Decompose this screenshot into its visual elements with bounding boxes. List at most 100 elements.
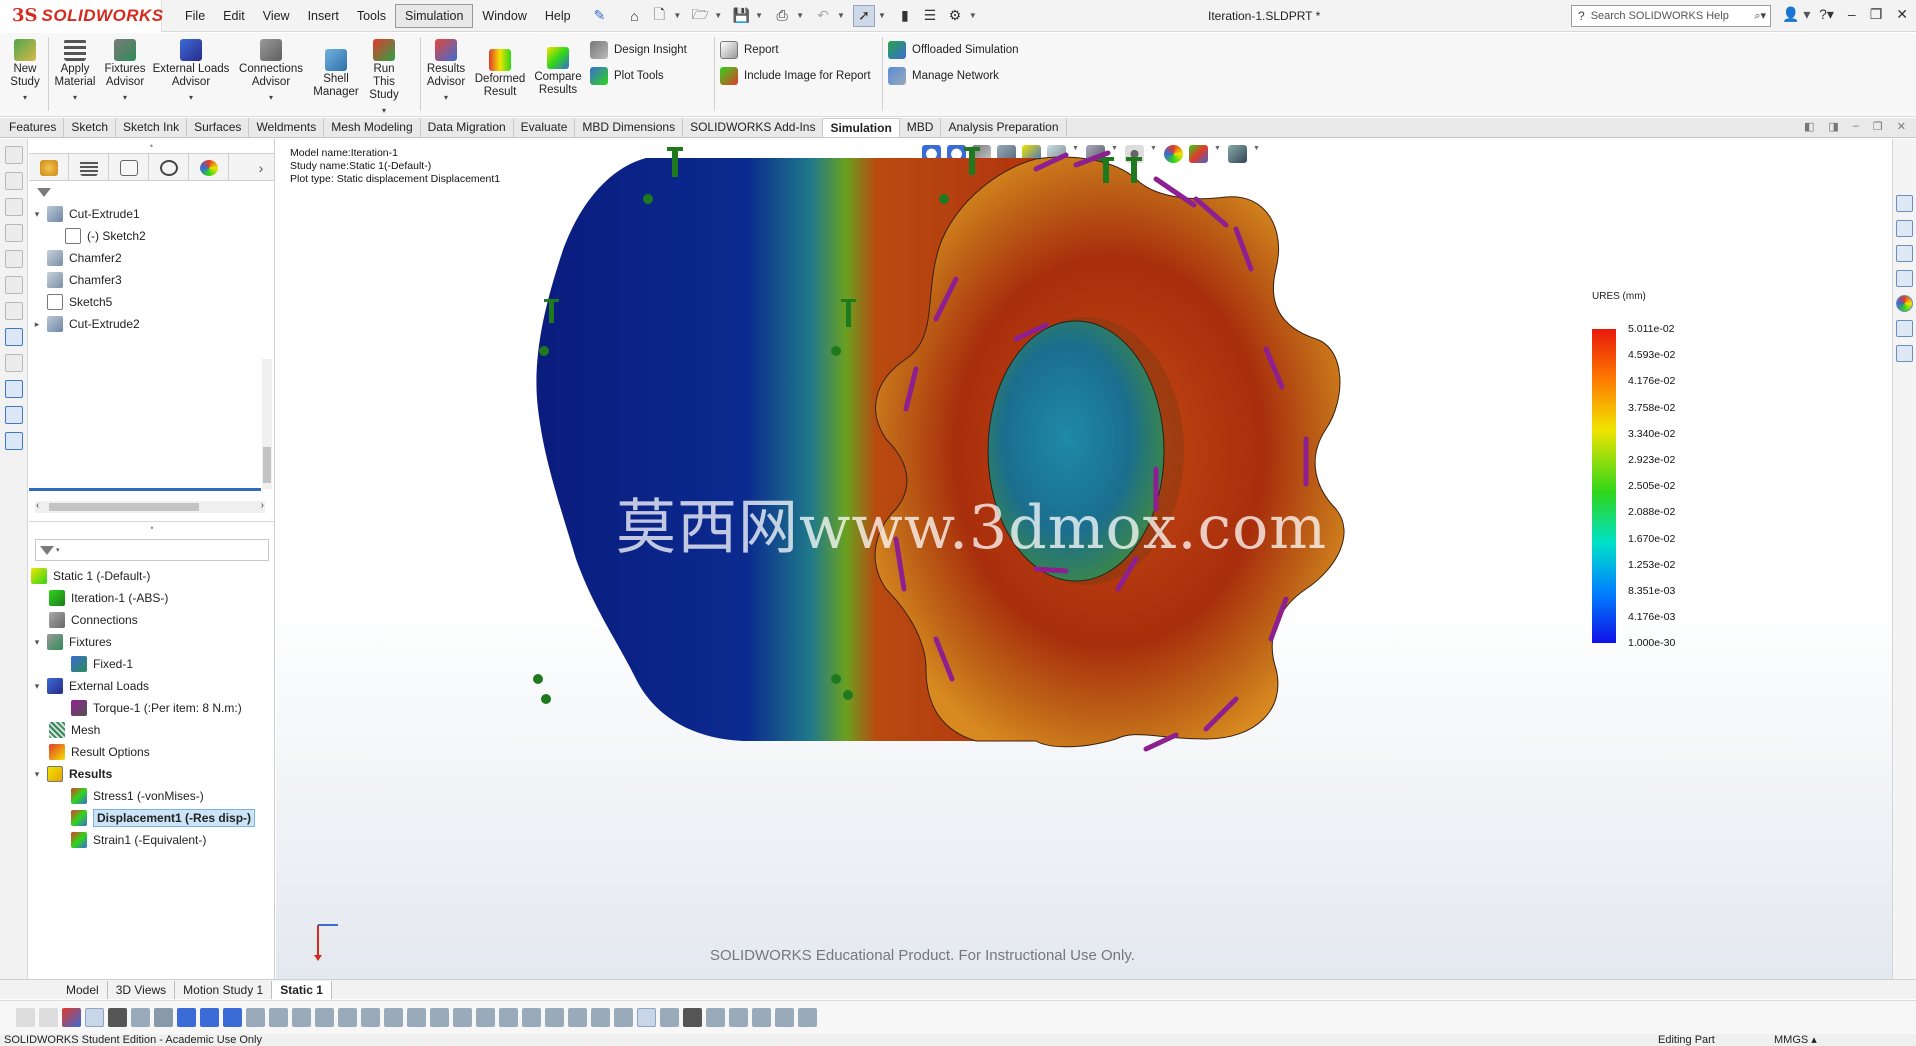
tab-analysis-preparation[interactable]: Analysis Preparation	[941, 118, 1067, 137]
minimize-icon[interactable]: –	[1848, 6, 1856, 23]
sim-node-stress1[interactable]: Stress1 (-vonMises-)	[29, 785, 275, 807]
filter-toolbar-icon[interactable]	[16, 1008, 35, 1027]
strip-tool-icon[interactable]	[4, 276, 23, 294]
filter-dropdown-icon[interactable]: ▾	[56, 546, 60, 554]
chevron-down-icon[interactable]: ▾	[31, 209, 43, 220]
plot-tools-button[interactable]: Plot Tools ▼	[590, 67, 732, 85]
tab-sketch-ink[interactable]: Sketch Ink	[116, 118, 188, 137]
strip-tool-icon[interactable]	[4, 406, 23, 424]
unit-system-selector[interactable]: MMGS ▴	[1774, 1034, 1817, 1046]
compare-results-button[interactable]: Compare Results	[532, 47, 584, 97]
strip-tool-icon[interactable]	[4, 250, 23, 268]
scale-entities-icon[interactable]	[775, 1008, 794, 1027]
tab-model[interactable]: Model	[58, 980, 108, 999]
menu-view[interactable]: View	[254, 5, 299, 27]
tree-node-sketch5[interactable]: Sketch5	[29, 291, 274, 313]
point-icon[interactable]	[131, 1008, 150, 1027]
design-insight-button[interactable]: Design Insight	[590, 41, 687, 59]
sketch-polygon-icon[interactable]	[407, 1008, 426, 1027]
run-this-study-button[interactable]: Run This Study ▾	[364, 39, 404, 117]
property-manager-tab[interactable]	[69, 154, 109, 181]
manage-network-button[interactable]: Manage Network	[888, 67, 999, 85]
rollback-bar[interactable]	[29, 488, 261, 491]
sim-node-results[interactable]: ▾ Results	[29, 763, 275, 785]
tab-3d-views[interactable]: 3D Views	[108, 980, 176, 999]
move-entities-icon[interactable]	[706, 1008, 725, 1027]
axis-icon[interactable]	[154, 1008, 173, 1027]
viewport-minimize-icon[interactable]: –	[1853, 120, 1859, 133]
sim-node-part[interactable]: Iteration-1 (-ABS-)	[29, 587, 275, 609]
view-palette-icon[interactable]	[1896, 270, 1913, 287]
display-manager-tab[interactable]	[189, 154, 229, 181]
panel-grip[interactable]: •	[29, 523, 275, 533]
new-dropdown-icon[interactable]: ▼	[673, 11, 681, 20]
pin-menu-icon[interactable]: ✎	[594, 7, 606, 24]
solidworks-resources-icon[interactable]	[1896, 195, 1913, 212]
sim-node-external-loads[interactable]: ▾ External Loads	[29, 675, 275, 697]
graphics-area[interactable]: Model name:Iteration-1 Study name:Static…	[276, 139, 1892, 979]
smart-dimension-icon[interactable]	[269, 1008, 288, 1027]
open-dropdown-icon[interactable]: ▼	[714, 11, 722, 20]
menu-simulation[interactable]: Simulation	[395, 3, 474, 28]
sim-node-static1[interactable]: Static 1 (-Default-)	[29, 565, 275, 587]
repair-sketch-icon[interactable]	[683, 1008, 702, 1027]
save-icon[interactable]: 💾	[730, 5, 752, 27]
add-relation-icon[interactable]	[660, 1008, 679, 1027]
include-image-for-report-button[interactable]: Include Image for Report	[720, 67, 871, 85]
save-dropdown-icon[interactable]: ▼	[755, 11, 763, 20]
offset-entities-icon[interactable]	[568, 1008, 587, 1027]
solidworks-forum-icon[interactable]	[1896, 345, 1913, 362]
home-icon[interactable]: ⌂	[623, 5, 645, 27]
options-gear-icon[interactable]: ⚙	[944, 5, 966, 27]
strip-tool-icon[interactable]	[4, 224, 23, 242]
undo-dropdown-icon[interactable]: ▼	[837, 11, 845, 20]
close-icon[interactable]: ✕	[1896, 6, 1908, 23]
chevron-down-icon[interactable]: ▾	[31, 637, 43, 648]
trim-entities-icon[interactable]	[522, 1008, 541, 1027]
panel-grip[interactable]: •	[29, 139, 274, 153]
traffic-light-icon[interactable]: ▮	[894, 5, 916, 27]
sketch-circle-icon[interactable]	[361, 1008, 380, 1027]
search-input[interactable]: ? Search SOLIDWORKS Help ⌕▾	[1571, 5, 1771, 27]
tile-right-icon[interactable]: ◨	[1828, 120, 1838, 133]
viewport-close-icon[interactable]: ✕	[1897, 120, 1906, 133]
search-icon[interactable]: ⌕▾	[1754, 9, 1766, 23]
tree-node-cut-extrude2[interactable]: ▸ Cut-Extrude2	[29, 313, 274, 335]
external-loads-advisor-button[interactable]: External Loads Advisor ▾	[152, 39, 230, 104]
tree-horizontal-scrollbar[interactable]: ‹ ›	[35, 500, 265, 513]
offloaded-simulation-button[interactable]: Offloaded Simulation	[888, 41, 1019, 59]
sim-node-result-options[interactable]: Result Options	[29, 741, 275, 763]
select-dropdown-icon[interactable]: ▼	[878, 11, 886, 20]
linear-pattern-icon[interactable]	[614, 1008, 633, 1027]
sketch-text-icon[interactable]	[499, 1008, 518, 1027]
tile-left-icon[interactable]: ◧	[1804, 120, 1814, 133]
print-dropdown-icon[interactable]: ▼	[796, 11, 804, 20]
tree-node-chamfer3[interactable]: Chamfer3	[29, 269, 274, 291]
tab-mesh-modeling[interactable]: Mesh Modeling	[324, 118, 421, 137]
strip-tool-icon[interactable]	[4, 172, 23, 190]
sim-node-fixtures[interactable]: ▾ Fixtures	[29, 631, 275, 653]
menu-window[interactable]: Window	[473, 5, 535, 27]
open-folder-icon[interactable]: 🗁	[689, 5, 711, 27]
sim-node-mesh[interactable]: Mesh	[29, 719, 275, 741]
strip-tool-icon[interactable]	[4, 198, 23, 216]
strip-tool-icon[interactable]	[4, 302, 23, 320]
scroll-left-icon[interactable]: ‹	[36, 500, 39, 511]
sketch-ellipse-icon[interactable]	[453, 1008, 472, 1027]
select-tool-icon[interactable]	[85, 1008, 104, 1027]
restore-icon[interactable]: ❐	[1870, 6, 1883, 23]
file-explorer-icon[interactable]	[1896, 245, 1913, 262]
file-properties-icon[interactable]: ☰	[919, 5, 941, 27]
sim-node-fixed1[interactable]: Fixed-1	[29, 653, 275, 675]
tab-surfaces[interactable]: Surfaces	[187, 118, 250, 137]
tab-solidworks-add-ins[interactable]: SOLIDWORKS Add-Ins	[683, 118, 824, 137]
sketch-line-icon[interactable]	[246, 1008, 265, 1027]
solidworks-logo[interactable]: 3S SOLIDWORKS	[0, 0, 163, 32]
configuration-manager-tab[interactable]	[109, 154, 149, 181]
sketch-rectangle-icon[interactable]	[315, 1008, 334, 1027]
panel-splitter[interactable]	[29, 521, 275, 522]
sim-node-torque1[interactable]: Torque-1 (:Per item: 8 N.m:)	[29, 697, 275, 719]
dimxpert-manager-tab[interactable]	[149, 154, 189, 181]
tab-mbd-dimensions[interactable]: MBD Dimensions	[575, 118, 684, 137]
convert-entities-icon[interactable]	[545, 1008, 564, 1027]
